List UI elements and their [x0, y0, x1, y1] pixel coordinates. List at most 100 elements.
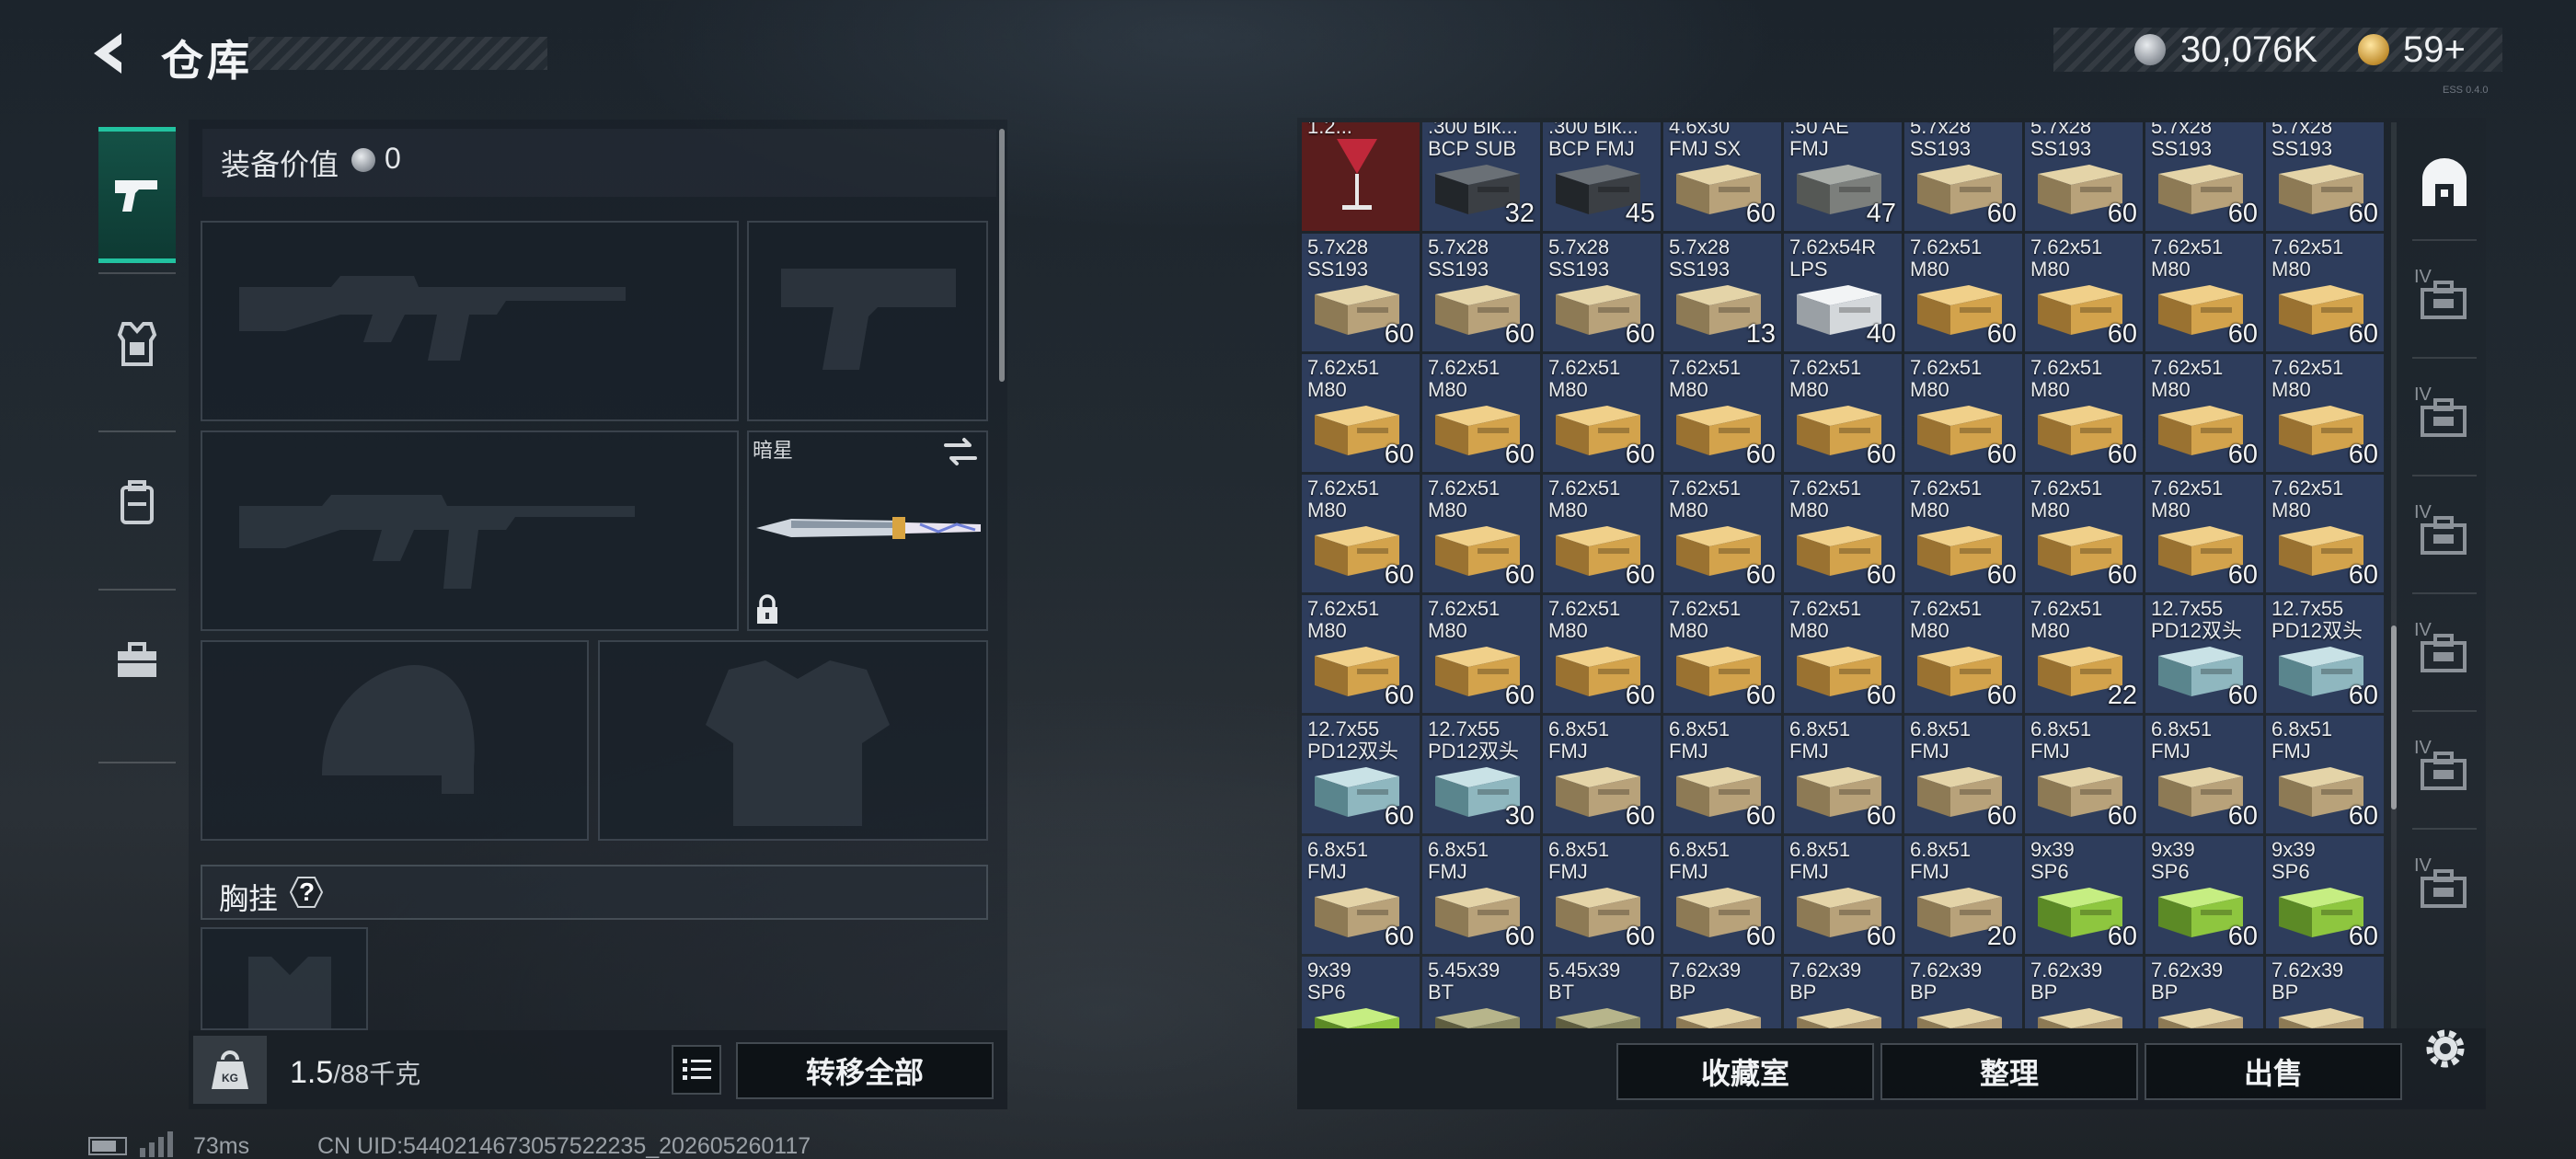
inventory-item[interactable]: 5.7x28 SS193 60 — [2145, 122, 2263, 231]
inventory-item[interactable]: 6.8x51 FMJ 60 — [1663, 836, 1781, 954]
inventory-item[interactable]: 7.62x51 M80 60 — [1422, 595, 1540, 713]
nav-tab-armor[interactable] — [98, 276, 176, 412]
inventory-item[interactable]: 7.62x54R LPS 40 — [1784, 234, 1902, 351]
inventory-item[interactable]: 1.2... — [1302, 122, 1420, 231]
helmet-slot[interactable] — [201, 640, 589, 841]
storage-rail-item[interactable]: IV — [2403, 372, 2486, 464]
inventory-item[interactable]: 9x39 SP6 60 — [2025, 836, 2143, 954]
inventory-item[interactable]: 7.62x51 M80 60 — [1784, 354, 1902, 472]
inventory-item[interactable]: 7.62x51 M80 60 — [2145, 354, 2263, 472]
inventory-item[interactable]: 7.62x51 M80 60 — [1302, 595, 1420, 713]
inventory-item[interactable]: 12.7x55 PD12双头 60 — [1302, 716, 1420, 833]
inventory-item[interactable]: 5.7x28 SS193 60 — [1302, 234, 1420, 351]
help-icon[interactable]: ? — [285, 874, 328, 911]
nav-tab-toolkit[interactable] — [98, 592, 176, 729]
inventory-item[interactable]: 5.7x28 SS193 60 — [1904, 122, 2022, 231]
storage-rail-item[interactable]: IV — [2403, 725, 2486, 817]
back-button[interactable] — [85, 28, 136, 79]
inventory-item[interactable]: 6.8x51 FMJ 60 — [1302, 836, 1420, 954]
inventory-item[interactable]: .300 Blk... BCP FMJ 45 — [1543, 122, 1661, 231]
collection-room-button[interactable]: 收藏室 — [1616, 1043, 1874, 1100]
inventory-item[interactable]: 7.62x51 M80 60 — [2025, 234, 2143, 351]
storage-rail-item[interactable]: IV — [2403, 607, 2486, 699]
inventory-item[interactable]: 7.62x39 BP — [2145, 957, 2263, 1028]
inventory-item[interactable]: 5.7x28 SS193 13 — [1663, 234, 1781, 351]
inventory-item[interactable]: .300 Blk... BCP SUB 32 — [1422, 122, 1540, 231]
inventory-item[interactable]: 7.62x51 M80 60 — [2266, 234, 2384, 351]
nav-tab-weapons[interactable] — [98, 127, 176, 263]
inventory-item[interactable]: 7.62x51 M80 60 — [1904, 354, 2022, 472]
inventory-item[interactable]: 7.62x51 M80 60 — [1302, 475, 1420, 592]
inventory-item[interactable]: 5.45x39 BT — [1422, 957, 1540, 1028]
swap-icon[interactable] — [942, 436, 979, 467]
sell-button[interactable]: 出售 — [2145, 1043, 2402, 1100]
inventory-item[interactable]: 7.62x51 M80 60 — [1302, 354, 1420, 472]
inventory-item[interactable]: 6.8x51 FMJ 60 — [2025, 716, 2143, 833]
inventory-item[interactable]: 9x39 SP6 — [1302, 957, 1420, 1028]
inventory-item[interactable]: 5.7x28 SS193 60 — [2025, 122, 2143, 231]
inventory-item[interactable]: 6.8x51 FMJ 60 — [1422, 836, 1540, 954]
armor-slot[interactable] — [598, 640, 988, 841]
inventory-item[interactable]: 7.62x39 BP — [1904, 957, 2022, 1028]
inventory-item[interactable]: 6.8x51 FMJ 60 — [2145, 716, 2263, 833]
primary-weapon-slot-1[interactable] — [201, 221, 739, 421]
inventory-item[interactable]: 5.7x28 SS193 60 — [1422, 234, 1540, 351]
inventory-item[interactable]: 5.7x28 SS193 60 — [2266, 122, 2384, 231]
inventory-item[interactable]: 7.62x39 BP — [1784, 957, 1902, 1028]
inventory-item[interactable]: 6.8x51 FMJ 20 — [1904, 836, 2022, 954]
inventory-item[interactable]: 6.8x51 FMJ 60 — [1663, 716, 1781, 833]
chest-rig-slot[interactable] — [201, 927, 368, 1030]
inventory-item[interactable]: 4.6x30 FMJ SX 60 — [1663, 122, 1781, 231]
inventory-item[interactable]: 7.62x51 M80 60 — [2025, 475, 2143, 592]
inventory-item[interactable]: 7.62x51 M80 60 — [2145, 475, 2263, 592]
inventory-item[interactable]: 7.62x51 M80 60 — [1663, 354, 1781, 472]
inventory-item[interactable]: 7.62x51 M80 60 — [1543, 354, 1661, 472]
inventory-item[interactable]: 9x39 SP6 60 — [2266, 836, 2384, 954]
inventory-item[interactable]: 7.62x39 BP — [2266, 957, 2384, 1028]
inventory-item[interactable]: 7.62x51 M80 60 — [1663, 475, 1781, 592]
storage-rail-item[interactable]: IV — [2403, 843, 2486, 935]
inventory-item[interactable]: 6.8x51 FMJ 60 — [1543, 836, 1661, 954]
inventory-item[interactable]: 7.62x51 M80 60 — [2266, 475, 2384, 592]
inventory-item[interactable]: 7.62x51 M80 22 — [2025, 595, 2143, 713]
nav-tab-backpack[interactable] — [98, 434, 176, 570]
inventory-item[interactable]: 5.45x39 BT — [1543, 957, 1661, 1028]
storage-rail-item[interactable]: IV — [2403, 489, 2486, 581]
sort-button[interactable]: 整理 — [1880, 1043, 2138, 1100]
inventory-item[interactable]: 7.62x51 M80 60 — [1422, 475, 1540, 592]
storage-rail-item[interactable]: IV — [2403, 254, 2486, 346]
inventory-item[interactable]: 7.62x39 BP — [1663, 957, 1781, 1028]
coupon-value[interactable]: 59+ — [2403, 29, 2466, 71]
settings-gear-icon[interactable] — [2418, 1021, 2473, 1076]
inventory-item[interactable]: 7.62x51 M80 60 — [1904, 234, 2022, 351]
inventory-item[interactable]: 7.62x51 M80 60 — [2145, 234, 2263, 351]
inventory-item[interactable]: 7.62x51 M80 60 — [1784, 475, 1902, 592]
inventory-item[interactable]: 12.7x55 PD12双头 30 — [1422, 716, 1540, 833]
inventory-item[interactable]: 7.62x51 M80 60 — [1904, 595, 2022, 713]
transfer-all-button[interactable]: 转移全部 — [736, 1042, 994, 1099]
inventory-item[interactable]: 7.62x51 M80 60 — [1904, 475, 2022, 592]
inventory-item[interactable]: 7.62x51 M80 60 — [2025, 354, 2143, 472]
inventory-item[interactable]: 12.7x55 PD12双头 60 — [2145, 595, 2263, 713]
inventory-item[interactable]: 6.8x51 FMJ 60 — [1904, 716, 2022, 833]
inventory-scrollbar[interactable] — [2391, 625, 2397, 809]
inventory-item[interactable]: 7.62x51 M80 60 — [1543, 475, 1661, 592]
primary-weapon-slot-2[interactable] — [201, 430, 739, 631]
inventory-item[interactable]: 12.7x55 PD12双头 60 — [2266, 595, 2384, 713]
inventory-item[interactable]: 7.62x51 M80 60 — [1422, 354, 1540, 472]
inventory-item[interactable]: 5.7x28 SS193 60 — [1543, 234, 1661, 351]
list-view-button[interactable] — [672, 1045, 721, 1095]
inventory-item[interactable]: 9x39 SP6 60 — [2145, 836, 2263, 954]
inventory-item[interactable]: 7.62x51 M80 60 — [1543, 595, 1661, 713]
inventory-item[interactable]: 6.8x51 FMJ 60 — [1543, 716, 1661, 833]
storage-rail-item[interactable] — [2403, 136, 2486, 228]
inventory-item[interactable]: 7.62x51 M80 60 — [1663, 595, 1781, 713]
inventory-item[interactable]: .50 AE FMJ 47 — [1784, 122, 1902, 231]
inventory-item[interactable]: 6.8x51 FMJ 60 — [1784, 716, 1902, 833]
inventory-item[interactable]: 7.62x39 BP — [2025, 957, 2143, 1028]
inventory-item[interactable]: 6.8x51 FMJ 60 — [2266, 716, 2384, 833]
pistol-slot[interactable] — [747, 221, 988, 421]
inventory-item[interactable]: 6.8x51 FMJ 60 — [1784, 836, 1902, 954]
loadout-scrollbar[interactable] — [999, 129, 1005, 382]
inventory-item[interactable]: 7.62x51 M80 60 — [2266, 354, 2384, 472]
